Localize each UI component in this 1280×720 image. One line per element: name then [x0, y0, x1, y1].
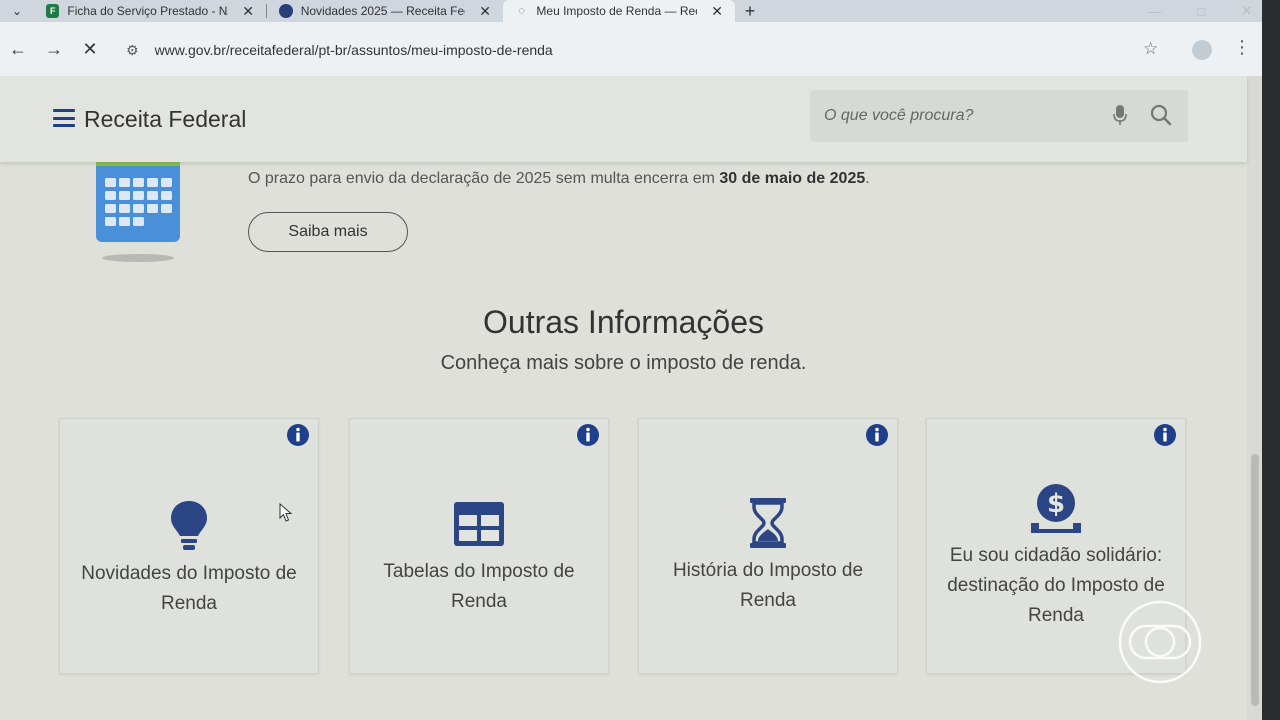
address-bar[interactable]: ⚙ www.gov.br/receitafederal/pt-br/assunt… — [116, 31, 1186, 69]
arrow-right-icon: → — [45, 38, 63, 59]
deadline-date: 30 de maio de 2025 — [719, 170, 866, 187]
minimize-icon[interactable]: — — [1148, 4, 1161, 19]
browser-toolbar: ← → ✕ ⚙ www.gov.br/receitafederal/pt-br/… — [0, 22, 1280, 76]
stop-loading-button[interactable]: ✕ — [72, 39, 108, 60]
plus-icon: + — [744, 0, 756, 21]
gov-icon — [279, 4, 293, 18]
site-brand[interactable]: Receita Federal — [84, 106, 246, 133]
card-tabelas[interactable]: Tabelas do Imposto de Renda — [349, 418, 609, 674]
window-controls: — □ ✕ — [1148, 0, 1252, 22]
new-tab-button[interactable]: + — [735, 0, 765, 22]
info-icon[interactable] — [576, 423, 600, 447]
card-label-line: destinação do Imposto de — [947, 575, 1165, 596]
section-subtitle: Conheça mais sobre o imposto de renda. — [440, 352, 807, 374]
close-icon: ✕ — [82, 38, 98, 59]
card-label-line: Renda — [451, 591, 507, 612]
maximize-icon[interactable]: □ — [1197, 4, 1205, 19]
page-viewport: Receita Federal O prazo para envio da de… — [0, 76, 1262, 720]
card-label: História do Imposto de Renda — [649, 556, 887, 616]
back-button[interactable]: ← — [0, 39, 36, 60]
card-historia[interactable]: História do Imposto de Renda — [638, 418, 898, 674]
card-label-line: Renda — [740, 590, 796, 611]
scrollbar-thumb[interactable] — [1251, 454, 1259, 706]
browser-tab-meu-imposto[interactable]: ◌ Meu Imposto de Renda — Rece ✕ — [503, 0, 735, 22]
tab-search-button[interactable]: ⌄ — [0, 0, 34, 22]
close-icon[interactable]: ✕ — [479, 3, 491, 20]
site-info-icon[interactable]: ⚙ — [126, 42, 139, 59]
info-icon[interactable] — [286, 423, 310, 447]
card-label-line: Eu sou cidadão solidário: — [949, 545, 1163, 566]
hamburger-menu-icon[interactable] — [53, 109, 75, 127]
browser-tab-bar: ⌄ F Ficha do Serviço Prestado - NA ✕ Nov… — [0, 0, 1280, 22]
tab-title: Novidades 2025 — Receita Fed — [300, 4, 466, 18]
lightbulb-icon — [171, 501, 207, 550]
microphone-icon[interactable] — [1113, 104, 1127, 126]
arrow-left-icon: ← — [9, 38, 27, 59]
card-label-line: Renda — [161, 593, 217, 614]
card-label: Tabelas do Imposto de Renda — [360, 557, 598, 617]
saiba-mais-button[interactable]: Saiba mais — [248, 212, 408, 252]
search-icon[interactable] — [1150, 104, 1172, 126]
card-label-line: Tabelas do Imposto de — [383, 561, 575, 582]
url-text: www.gov.br/receitafederal/pt-br/assuntos… — [154, 42, 553, 58]
tab-title: Meu Imposto de Renda — Rece — [536, 4, 698, 18]
deadline-notice: O prazo para envio da declaração de 2025… — [248, 170, 870, 188]
card-novidades[interactable]: Novidades do Imposto de Renda — [59, 418, 319, 674]
browser-tab-ficha[interactable]: F Ficha do Serviço Prestado - NA ✕ — [34, 0, 266, 22]
monitor-bezel — [1262, 0, 1280, 720]
deadline-text-end: . — [865, 170, 870, 187]
broadcaster-logo-icon — [1118, 600, 1202, 684]
card-label-line: Novidades do Imposto de — [81, 563, 297, 584]
donation-icon: $ — [1031, 484, 1081, 533]
tab-title: Ficha do Serviço Prestado - NA — [67, 4, 229, 18]
section-title: Outras Informações — [483, 304, 764, 340]
mouse-cursor-icon — [279, 503, 293, 522]
search-input[interactable] — [824, 102, 1094, 130]
info-icon[interactable] — [1153, 423, 1177, 447]
deadline-text: O prazo para envio da declaração de 2025… — [248, 170, 720, 187]
card-label: Novidades do Imposto de Renda — [70, 559, 308, 619]
bookmark-star-icon[interactable]: ☆ — [1143, 39, 1158, 59]
more-menu-icon[interactable]: ⋮ — [1233, 37, 1251, 58]
site-search — [810, 90, 1188, 142]
card-label-line: História do Imposto de — [672, 560, 864, 581]
close-icon[interactable]: ✕ — [242, 3, 254, 20]
profile-avatar[interactable] — [1192, 40, 1212, 60]
calendar-icon — [96, 156, 180, 262]
info-icon[interactable] — [865, 423, 889, 447]
window-close-icon[interactable]: ✕ — [1241, 3, 1252, 19]
site-header: Receita Federal — [0, 76, 1247, 162]
table-icon — [454, 502, 504, 546]
svg-text:$: $ — [1047, 489, 1065, 519]
close-icon[interactable]: ✕ — [711, 3, 723, 20]
loading-icon: ◌ — [518, 5, 525, 17]
chevron-down-icon: ⌄ — [11, 4, 23, 18]
browser-tab-novidades[interactable]: Novidades 2025 — Receita Fed ✕ — [267, 0, 503, 22]
forward-button[interactable]: → — [36, 39, 72, 60]
spreadsheet-icon: F — [46, 4, 60, 18]
hourglass-icon — [750, 498, 786, 548]
